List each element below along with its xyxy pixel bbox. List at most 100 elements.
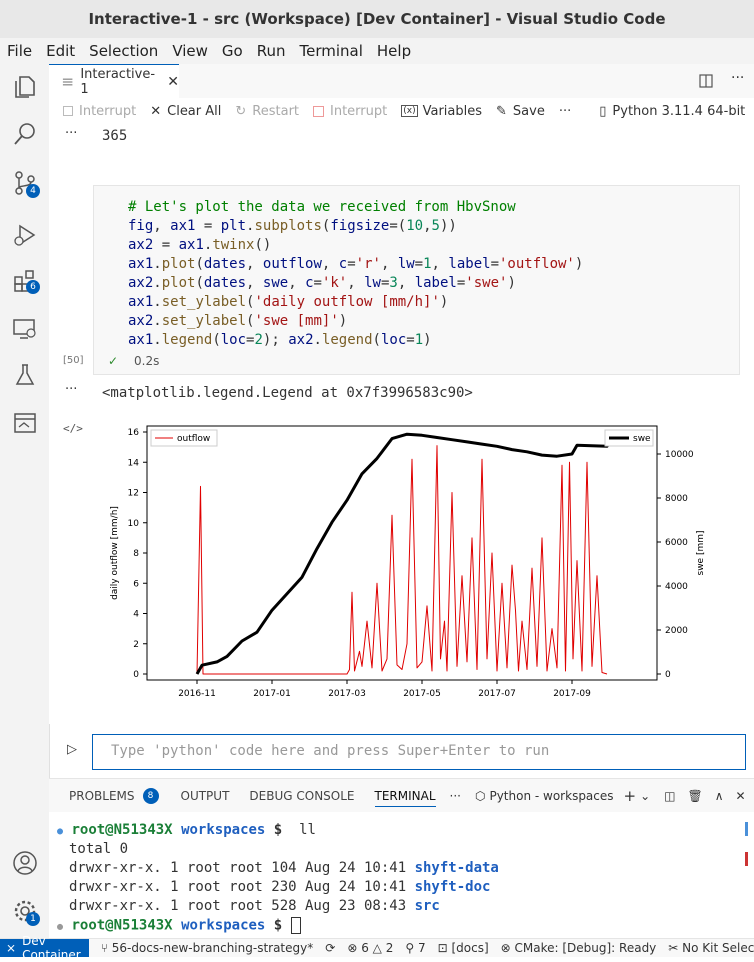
problems-count-badge: 8 [142,788,159,804]
terminal-prompt-line-1: ● root@N51343X workspaces $ ll [57,822,316,838]
ports-status[interactable]: ⚲ 7 [405,941,425,955]
code-editor[interactable]: # Let's plot the data we received from H… [128,198,583,350]
legend-right-label: swe [633,434,651,444]
window-titlebar: Interactive-1 - src (Workspace) [Dev Con… [0,0,754,39]
output-text: <matplotlib.legend.Legend at 0x7f3996583… [102,385,473,401]
maximize-panel-icon[interactable]: ∧ [715,789,724,803]
tab-close-icon[interactable]: ✕ [167,74,179,90]
panel-tab-bar: PROBLEMS 8 OUTPUT DEBUG CONSOLE TERMINAL… [49,778,754,813]
tab-terminal[interactable]: TERMINAL [374,789,436,807]
prompt-dir: workspaces [181,822,266,838]
tab-label: Interactive-1 [80,67,156,97]
accounts-icon[interactable] [12,850,38,876]
prompt-user: root@N51343X [71,822,173,838]
y-left-tick-label: 6 [133,579,139,589]
scroll-marker [745,822,748,836]
menu-file[interactable]: File [0,42,39,60]
clear-all-label: Clear All [167,103,222,119]
variables-button[interactable]: (x) Variables [401,104,482,119]
x-tick-label: 2017-03 [328,689,366,699]
variables-icon: (x) [401,105,418,117]
run-debug-icon[interactable] [12,222,38,248]
menu-selection[interactable]: Selection [82,42,165,60]
terminal-cursor [290,917,301,934]
code-cell[interactable]: # Let's plot the data we received from H… [93,185,740,375]
menu-help[interactable]: Help [370,42,418,60]
testing-icon[interactable] [12,362,38,388]
terminal-view[interactable]: ● root@N51343X workspaces $ ll total 0 d… [49,812,754,938]
y-left-tick-label: 2 [133,640,139,650]
docs-status[interactable]: ⊡ [docs] [438,941,489,955]
y-right-tick-label: 8000 [665,494,688,504]
x-tick-label: 2017-09 [553,689,591,699]
y-left-tick-label: 10 [128,519,140,529]
toolbar-more-button[interactable]: ··· [559,104,571,119]
terminal-name[interactable]: Python - workspaces [489,789,613,803]
code-input-placeholder: Type 'python' code here and press Super+… [111,743,550,759]
new-terminal-icon[interactable]: + [624,787,637,805]
output-menu-icon[interactable]: ··· [65,382,77,397]
save-button[interactable]: ✎ Save [496,104,545,119]
menu-view[interactable]: View [165,42,215,60]
y-left-tick-label: 12 [128,489,139,499]
more-actions-icon[interactable]: ··· [731,70,744,86]
split-terminal-icon[interactable]: ◫ [664,789,675,803]
kernel-picker[interactable]: ▯ Python 3.11.4 64-bit [599,104,745,119]
activity-bar: 4 6 1 [0,64,50,938]
legend-left-label: outflow [177,434,210,444]
clear-all-button[interactable]: ✕ Clear All [150,104,221,119]
tab-problems[interactable]: PROBLEMS [69,789,135,803]
remote-indicator[interactable]: ⨯ Dev Container [0,934,89,962]
kernel-icon: ▯ [599,103,607,119]
jupyter-icon[interactable] [12,410,38,436]
menu-terminal[interactable]: Terminal [293,42,370,60]
tab-output[interactable]: OUTPUT [181,789,230,803]
variables-label: Variables [422,103,483,119]
terminal-prompt-line-2: ● root@N51343X workspaces $ [57,917,301,934]
terminal-dropdown-icon[interactable]: ⌄ [640,789,650,803]
panel-more-icon[interactable]: ··· [450,789,461,803]
terminal-line-shyft-doc: drwxr-xr-x. 1 root root 230 Aug 24 10:41… [69,879,491,895]
stop-icon [63,106,73,116]
code-line-6: ax1.set_ylabel('daily outflow [mm/h]') [128,294,449,310]
output-mimetype-icon[interactable]: </> [63,422,83,435]
split-editor-icon[interactable] [699,74,713,88]
editor-tab-bar: Interactive-1 ✕ ··· [49,64,754,99]
remote-label: Dev Container [22,934,81,962]
explorer-icon[interactable] [12,74,38,100]
code-input-box[interactable]: Type 'python' code here and press Super+… [92,734,746,770]
menu-edit[interactable]: Edit [39,42,82,60]
remote-explorer-icon[interactable] [12,316,38,342]
y-left-tick-label: 4 [133,610,139,620]
code-line-7: ax2.set_ylabel('swe [mm]') [128,313,348,329]
scm-badge: 4 [26,184,40,198]
interactive-tab-icon [62,78,73,86]
y-left-axis-label: daily outflow [mm/h] [110,506,120,600]
interrupt-button-2[interactable]: Interrupt [313,104,387,119]
success-check-icon: ✓ [108,354,119,368]
search-icon[interactable] [12,121,38,147]
restart-label: Restart [252,103,300,119]
menu-run[interactable]: Run [250,42,293,60]
save-label: Save [512,103,545,119]
cmake-status[interactable]: ⊗ CMake: [Debug]: Ready [501,941,657,955]
interrupt-button-1[interactable]: Interrupt [63,104,136,119]
run-input-icon[interactable]: ▷ [67,742,77,757]
kit-status[interactable]: ✂ No Kit Selected [668,941,754,955]
git-branch[interactable]: ⑂ 56-docs-new-branching-strategy* [101,941,314,955]
restart-icon: ↻ [235,103,247,119]
menu-go[interactable]: Go [215,42,250,60]
tab-debug-console[interactable]: DEBUG CONSOLE [249,789,354,803]
problems-status[interactable]: ⊗ 6 △ 2 [347,941,393,955]
cell-collapse-icon[interactable]: ··· [65,126,77,141]
y-left-tick-label: 14 [128,458,140,468]
restart-button[interactable]: ↻ Restart [235,104,299,119]
kill-terminal-icon[interactable]: 🗑 [688,789,703,803]
tab-interactive-1[interactable]: Interactive-1 ✕ [49,64,179,99]
sync-icon[interactable]: ⟳ [325,941,335,955]
y-left-tick-label: 16 [128,428,140,438]
cell-duration: 0.2s [134,354,160,368]
more-label: ··· [558,103,572,119]
close-panel-icon[interactable]: ✕ [736,789,746,803]
kernel-label: Python 3.11.4 64-bit [612,103,746,119]
